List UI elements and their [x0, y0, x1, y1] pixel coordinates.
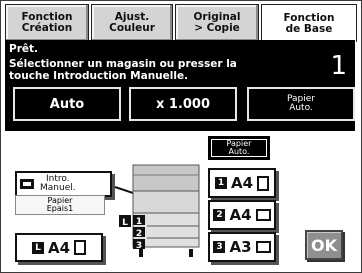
tab-label-line2: de Base: [285, 22, 333, 35]
machine-foot: [189, 249, 193, 257]
status-ready-text: Prêt.: [9, 43, 39, 55]
paper-auto-header-button[interactable]: Papier Auto.: [247, 87, 355, 121]
tab-label-line2: Couleur: [109, 22, 155, 34]
zoom-ratio-button[interactable]: x 1.000: [129, 87, 237, 121]
tray3-button[interactable]: 3 A3: [208, 232, 276, 262]
status-message-line1: Sélectionner un magasin ou presser la: [9, 58, 237, 70]
tab-creation-function[interactable]: Fonction Création: [5, 4, 89, 42]
tab-original-copy[interactable]: Original > Copie: [175, 4, 259, 42]
bypass-size-label: A4: [47, 238, 71, 257]
landscape-paper-icon: [255, 241, 271, 253]
density-auto-button[interactable]: Auto: [13, 87, 121, 121]
density-auto-label: Auto: [49, 96, 85, 112]
manual-feed-icon: [20, 179, 34, 189]
tray3-icon: 3: [213, 241, 226, 253]
tray2-button[interactable]: 2 A4: [208, 200, 276, 230]
paper-header-line2: Auto.: [289, 103, 313, 113]
portrait-paper-icon: [257, 175, 270, 191]
tray1-marker-label: 1: [136, 217, 142, 227]
paper-auto-line2: Auto.: [228, 147, 250, 156]
bypass-tray-button[interactable]: L A4: [15, 233, 103, 262]
manual-feed-line2: Manuel.: [40, 183, 76, 193]
copier-machine-illustration: L 1 2 3: [114, 164, 200, 257]
tray1-icon: 1: [214, 177, 227, 189]
output-tray: [114, 186, 134, 194]
zoom-ratio-label: x 1.000: [155, 96, 211, 112]
bypass-tray-marker-label: L: [122, 218, 128, 228]
machine-body-top: [132, 164, 200, 192]
landscape-paper-icon: [255, 209, 271, 221]
tray3-size-label: A3: [229, 238, 252, 256]
tab-label-line1: Fonction: [283, 11, 335, 24]
ok-button[interactable]: OK: [305, 230, 343, 260]
bypass-tray-icon: L: [31, 241, 44, 254]
tray1-size-label: A4: [230, 174, 254, 192]
ok-label: OK: [311, 235, 337, 255]
tab-color-adjust[interactable]: Ajust. Couleur: [91, 4, 173, 42]
status-message-line2: touche Introduction Manuelle.: [9, 70, 189, 82]
tray2-marker-label: 2: [136, 229, 142, 239]
tray2-size-label: A4: [229, 206, 252, 224]
tab-label-line2: > Copie: [194, 22, 240, 34]
tab-basic-function[interactable]: Fonction de Base: [261, 4, 357, 42]
thick-paper-line2: Epais1: [46, 204, 74, 213]
tray2-icon: 2: [213, 209, 226, 221]
copier-control-panel: Fonction Création Ajust. Couleur Origina…: [0, 0, 362, 273]
tray1-button[interactable]: 1 A4: [208, 168, 276, 198]
machine-foot: [139, 249, 143, 257]
tab-label-line2: Création: [21, 22, 73, 34]
portrait-paper-icon: [74, 240, 87, 255]
paper-auto-button[interactable]: Papier Auto.: [208, 136, 270, 160]
thick-paper-indicator: Papier Epais1: [15, 195, 105, 215]
manual-feed-button[interactable]: Intro. Manuel.: [15, 171, 112, 197]
copy-count: 1: [330, 51, 347, 81]
machine-body-middle: [132, 190, 200, 214]
